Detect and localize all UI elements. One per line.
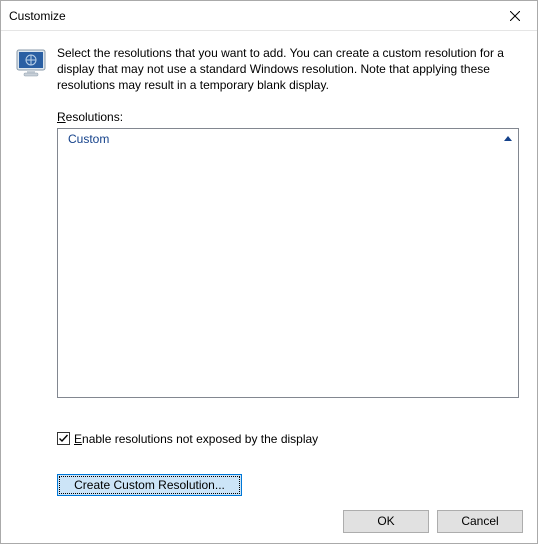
- enable-resolutions-checkbox[interactable]: [57, 432, 70, 445]
- ok-button[interactable]: OK: [343, 510, 429, 533]
- resolutions-label: Resolutions:: [57, 110, 519, 124]
- create-custom-resolution-button[interactable]: Create Custom Resolution...: [57, 474, 242, 496]
- content-area: Select the resolutions that you want to …: [1, 31, 537, 510]
- body-column: Resolutions: Custom Enable resolutions n…: [57, 94, 519, 496]
- enable-resolutions-label: Enable resolutions not exposed by the di…: [74, 432, 318, 446]
- window-title: Customize: [9, 9, 492, 23]
- customize-dialog: Customize Select the resolutio: [0, 0, 538, 544]
- enable-resolutions-checkbox-row[interactable]: Enable resolutions not exposed by the di…: [57, 432, 519, 446]
- header-row: Select the resolutions that you want to …: [15, 45, 519, 94]
- list-group-label: Custom: [68, 132, 504, 146]
- checkmark-icon: [58, 433, 69, 444]
- close-button[interactable]: [492, 1, 537, 30]
- titlebar: Customize: [1, 1, 537, 31]
- dialog-button-row: OK Cancel: [1, 510, 537, 547]
- description-text: Select the resolutions that you want to …: [57, 45, 519, 94]
- monitor-icon: [15, 47, 47, 79]
- resolutions-listbox[interactable]: Custom: [57, 128, 519, 398]
- list-group-header[interactable]: Custom: [58, 129, 518, 149]
- caret-up-icon: [504, 136, 512, 141]
- cancel-button[interactable]: Cancel: [437, 510, 523, 533]
- close-icon: [510, 11, 520, 21]
